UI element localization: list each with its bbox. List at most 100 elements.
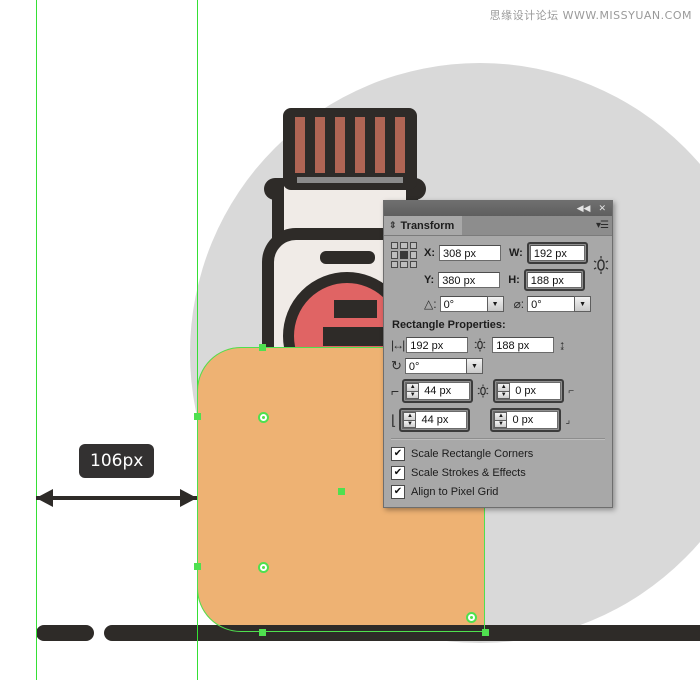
corner-bottom-left-stepper[interactable]: ▲ ▼ <box>403 412 417 428</box>
tab-transform-label: Transform <box>400 219 455 232</box>
panel-tabbar: ⇕ Transform ▾☰ <box>384 216 612 236</box>
y-input[interactable]: 380 px <box>438 272 501 288</box>
selection-anchor-bottom-right[interactable] <box>481 628 489 636</box>
rect-height-icon: ↨ <box>559 338 566 352</box>
tab-transform[interactable]: ⇕ Transform <box>384 216 463 235</box>
reference-point-widget[interactable] <box>391 242 417 268</box>
rect-angle-input[interactable]: 0° <box>404 358 467 374</box>
corner-bottom-left-group[interactable]: ▲ ▼ 44 px <box>402 411 468 429</box>
panel-body: X: 308 px W: 192 px Y: 380 px H: 188 px <box>384 236 612 507</box>
corner-top-left-icon: ⌐ <box>391 383 400 399</box>
refpoint-cell-bc[interactable] <box>400 260 408 268</box>
corner-constrain-icon[interactable] <box>476 383 490 399</box>
row-rotate-shear: △: 0° ▼ ⌀: 0° ▼ <box>424 296 605 312</box>
refpoint-cell-tc[interactable] <box>400 242 408 250</box>
shear-input[interactable]: 0° <box>527 296 576 312</box>
selection-center-point[interactable] <box>337 487 345 495</box>
checkbox-icon[interactable]: ✔ <box>391 447 405 461</box>
rotate-angle-icon: △: <box>424 297 437 311</box>
corner-top-right-highlight: ▲ ▼ 0 px <box>493 379 565 403</box>
corner-bottom-right-highlight: ▲ ▼ 0 px <box>490 408 562 432</box>
refpoint-cell-center[interactable] <box>400 251 408 259</box>
refpoint-cell-bl[interactable] <box>391 260 399 268</box>
guide-vertical-right[interactable] <box>197 0 198 680</box>
corner-bottom-left-highlight: ▲ ▼ 44 px <box>399 408 471 432</box>
w-input[interactable]: 192 px <box>529 245 585 261</box>
corner-bottom-left-icon: ⌊ <box>391 411 397 428</box>
dimension-arrow-left-icon <box>36 489 53 507</box>
w-input-highlight: 192 px <box>526 242 588 264</box>
corner-top-left-group[interactable]: ▲ ▼ 44 px <box>405 382 471 400</box>
selection-anchor-bottom[interactable] <box>258 628 266 636</box>
corner-top-right-group[interactable]: ▲ ▼ 0 px <box>496 382 562 400</box>
corner-top-right-input[interactable]: 0 px <box>512 383 561 399</box>
rect-angle-dropdown-icon[interactable]: ▼ <box>465 358 483 374</box>
row-corner-top: ⌐ ▲ ▼ 44 px ▲ ▼ 0 px ⌐ <box>391 379 605 403</box>
cap-stripe <box>355 117 365 173</box>
transform-panel[interactable]: ◀◀ ✕ ⇕ Transform ▾☰ X: 308 px W: 192 px … <box>383 200 613 508</box>
selection-anchor-left-upper[interactable] <box>193 412 201 420</box>
close-icon[interactable]: ✕ <box>598 204 606 213</box>
stepper-down-icon[interactable]: ▼ <box>494 419 508 428</box>
corner-radius-widget-bottom-right[interactable] <box>465 611 477 623</box>
cap-stripe <box>315 117 325 173</box>
shear-dropdown-icon[interactable]: ▼ <box>574 296 592 312</box>
corner-top-left-stepper[interactable]: ▲ ▼ <box>406 383 420 399</box>
cap-stripe <box>335 117 345 173</box>
tab-grip-icon: ⇕ <box>389 220 397 230</box>
rect-width-input[interactable]: 192 px <box>406 337 469 353</box>
checkbox-scale-strokes-effects[interactable]: ✔ Scale Strokes & Effects <box>391 466 605 480</box>
collapse-icon[interactable]: ◀◀ <box>577 204 591 213</box>
corner-radius-widget-bottom-left[interactable] <box>257 561 269 573</box>
cap-stripe <box>375 117 385 173</box>
rotate-dropdown-icon[interactable]: ▼ <box>486 296 504 312</box>
checkbox-align-to-pixel-grid[interactable]: ✔ Align to Pixel Grid <box>391 485 605 499</box>
refpoint-cell-br[interactable] <box>409 260 417 268</box>
x-input[interactable]: 308 px <box>439 245 501 261</box>
ground-bar-short[interactable] <box>36 625 94 641</box>
h-input-highlight: 188 px <box>523 269 585 291</box>
bottle-label-dash[interactable] <box>320 251 375 264</box>
stepper-up-icon[interactable]: ▲ <box>403 412 417 420</box>
checkbox-label: Scale Rectangle Corners <box>411 448 534 460</box>
rect-width-icon: |↔| <box>391 338 405 352</box>
corner-bottom-left-input[interactable]: 44 px <box>418 412 467 428</box>
corner-bottom-right-input[interactable]: 0 px <box>509 412 558 428</box>
refpoint-cell-ml[interactable] <box>391 251 399 259</box>
row-y-h: Y: 380 px H: 188 px <box>424 269 588 291</box>
stepper-up-icon[interactable]: ▲ <box>497 383 511 391</box>
stepper-up-icon[interactable]: ▲ <box>494 412 508 420</box>
corner-radius-widget-top-left[interactable] <box>257 411 269 423</box>
rect-constrain-icon[interactable] <box>472 337 488 353</box>
rect-height-input[interactable]: 188 px <box>492 337 555 353</box>
corner-top-right-stepper[interactable]: ▲ ▼ <box>497 383 511 399</box>
h-input[interactable]: 188 px <box>526 272 582 288</box>
constrain-proportions-icon[interactable] <box>592 254 610 276</box>
y-label: Y: <box>424 274 435 286</box>
bottle-cap-stripes <box>295 117 405 173</box>
selection-anchor-left-lower[interactable] <box>193 562 201 570</box>
refpoint-cell-tl[interactable] <box>391 242 399 250</box>
row-rect-size: |↔| 192 px 188 px ↨ <box>391 337 605 353</box>
corner-bottom-right-group[interactable]: ▲ ▼ 0 px <box>493 411 559 429</box>
stepper-down-icon[interactable]: ▼ <box>403 419 417 428</box>
rect-rotate-icon: ↻ <box>391 358 402 373</box>
bottle-label-mark-lower <box>323 327 388 346</box>
stepper-up-icon[interactable]: ▲ <box>406 383 420 391</box>
checkbox-icon[interactable]: ✔ <box>391 466 405 480</box>
ground-bar-long[interactable] <box>104 625 700 641</box>
refpoint-cell-mr[interactable] <box>409 251 417 259</box>
panel-menu-icon[interactable]: ▾☰ <box>596 220 609 231</box>
stepper-down-icon[interactable]: ▼ <box>406 390 420 399</box>
corner-top-left-input[interactable]: 44 px <box>421 383 470 399</box>
selection-anchor-top[interactable] <box>258 343 266 351</box>
corner-bottom-right-icon: ⌟ <box>565 414 571 426</box>
refpoint-cell-tr[interactable] <box>409 242 417 250</box>
corner-top-left-highlight: ▲ ▼ 44 px <box>402 379 474 403</box>
rotate-input[interactable]: 0° <box>439 296 488 312</box>
guide-vertical-left[interactable] <box>36 0 37 680</box>
checkbox-icon[interactable]: ✔ <box>391 485 405 499</box>
corner-bottom-right-stepper[interactable]: ▲ ▼ <box>494 412 508 428</box>
stepper-down-icon[interactable]: ▼ <box>497 390 511 399</box>
checkbox-scale-rectangle-corners[interactable]: ✔ Scale Rectangle Corners <box>391 447 605 461</box>
